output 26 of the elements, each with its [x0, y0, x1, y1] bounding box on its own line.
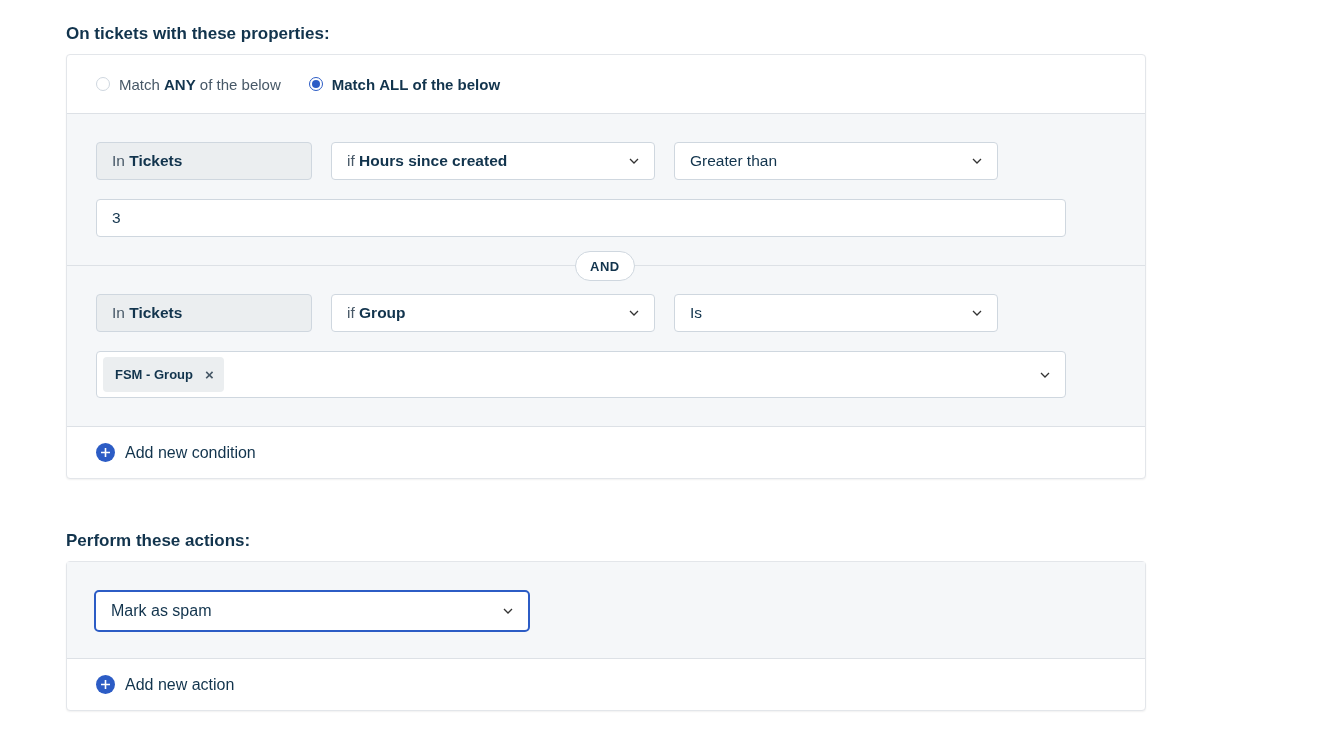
scope-field: In Tickets	[96, 294, 312, 332]
and-joiner: AND	[575, 251, 635, 281]
section-heading: On tickets with these properties:	[66, 24, 331, 44]
add-action-button[interactable]: Add new action	[67, 658, 1145, 710]
operator-dropdown[interactable]: Greater than	[674, 142, 998, 180]
chevron-down-icon	[972, 310, 982, 316]
plus-circle-icon	[96, 443, 115, 462]
group-tag: FSM - Group ×	[103, 357, 224, 392]
field-dropdown[interactable]: if Group	[331, 294, 655, 332]
remove-tag-button[interactable]: ×	[205, 366, 214, 383]
field-dropdown[interactable]: if Hours since created	[331, 142, 655, 180]
value-multiselect[interactable]: FSM - Group ×	[96, 351, 1066, 398]
match-option-radio[interactable]: Match ALL of the below	[308, 75, 501, 93]
chevron-down-icon	[503, 608, 513, 614]
value-input[interactable]: 3	[96, 199, 1066, 237]
section-heading: Perform these actions:	[66, 531, 252, 551]
add-condition-button[interactable]: Add new condition	[67, 426, 1145, 478]
chevron-down-icon	[972, 158, 982, 164]
action-dropdown[interactable]: Mark as spam	[94, 590, 530, 632]
match-option-radio[interactable]: Match ANY of the below	[96, 75, 281, 93]
scope-field: In Tickets	[96, 142, 312, 180]
operator-dropdown[interactable]: Is	[674, 294, 998, 332]
chevron-down-icon	[629, 310, 639, 316]
chevron-down-icon	[629, 158, 639, 164]
chevron-down-icon	[1040, 371, 1050, 378]
plus-circle-icon	[96, 675, 115, 694]
